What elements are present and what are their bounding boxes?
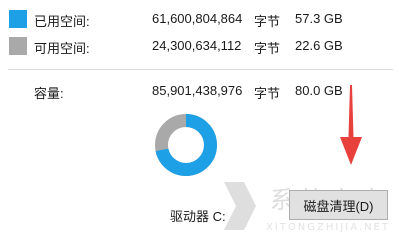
free-space-bytes: 24,300,634,112 xyxy=(152,38,242,53)
free-space-swatch xyxy=(9,37,27,55)
free-space-unit: 字节 xyxy=(254,41,281,56)
used-space-label: 已用空间: xyxy=(34,14,90,29)
used-space-bytes: 61,600,804,864 xyxy=(152,11,243,26)
watermark-url: XITONGZHIJIA.NET xyxy=(266,222,390,233)
capacity-size: 80.0 GB xyxy=(295,83,343,98)
disk-usage-donut xyxy=(155,114,217,176)
free-space-size: 22.6 GB xyxy=(295,38,343,53)
free-space-label: 可用空间: xyxy=(34,41,90,56)
capacity-unit: 字节 xyxy=(254,86,281,101)
capacity-bytes: 85,901,438,976 xyxy=(152,83,243,98)
used-space-swatch xyxy=(9,10,27,28)
red-arrow-icon xyxy=(340,85,362,165)
used-space-unit: 字节 xyxy=(254,14,281,29)
used-space-size: 57.3 GB xyxy=(295,11,343,26)
capacity-label: 容量: xyxy=(34,86,64,101)
disk-cleanup-button-label: 磁盘清理(D) xyxy=(303,198,374,214)
divider xyxy=(8,69,393,70)
disk-cleanup-button[interactable]: 磁盘清理(D) xyxy=(289,190,388,220)
